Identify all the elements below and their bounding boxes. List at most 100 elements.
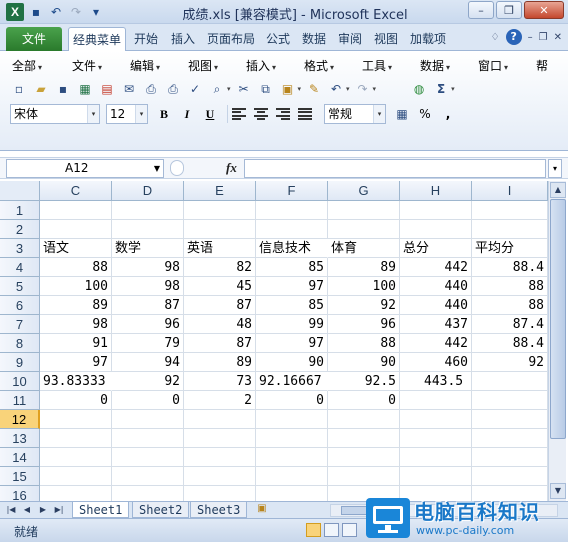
cell-e7[interactable]: 48: [184, 315, 256, 334]
autosum-icon[interactable]: Σ: [432, 80, 450, 98]
excel-logo-icon[interactable]: X: [6, 3, 24, 21]
tab-insert[interactable]: 插入: [171, 30, 195, 47]
column-header-d[interactable]: D: [112, 181, 184, 201]
cut-icon[interactable]: ✂: [235, 80, 253, 98]
cell-e12[interactable]: [184, 410, 256, 429]
cell-d14[interactable]: [112, 448, 184, 467]
cell-g8[interactable]: 88: [328, 334, 400, 353]
menu-format[interactable]: 格式 ▾: [304, 57, 334, 74]
number-format-select[interactable]: 常规 ▾: [324, 104, 386, 124]
cell-e2[interactable]: [184, 220, 256, 239]
cell-d1[interactable]: [112, 201, 184, 220]
cell-g3[interactable]: 体育: [328, 239, 400, 258]
cell-c3[interactable]: 语文: [40, 239, 112, 258]
formula-bar-splitter[interactable]: [170, 160, 184, 176]
cell-i3[interactable]: 平均分: [472, 239, 548, 258]
column-header-g[interactable]: G: [328, 181, 400, 201]
cell-d10[interactable]: 92: [112, 372, 184, 391]
row-header-1[interactable]: 1: [0, 201, 40, 220]
italic-button[interactable]: I: [177, 104, 197, 124]
cell-f10[interactable]: 92.16667: [256, 372, 328, 391]
row-header-5[interactable]: 5: [0, 277, 40, 296]
cell-h15[interactable]: [400, 467, 472, 486]
cell-h2[interactable]: [400, 220, 472, 239]
cell-c12[interactable]: [40, 410, 112, 429]
scroll-up-icon[interactable]: ▲: [550, 182, 566, 198]
cell-f3[interactable]: 信息技术: [256, 239, 328, 258]
cell-d16[interactable]: [112, 486, 184, 501]
cell-e8[interactable]: 87: [184, 334, 256, 353]
cell-i2[interactable]: [472, 220, 548, 239]
tab-classic-menu[interactable]: 经典菜单: [68, 27, 127, 52]
tab-view[interactable]: 视图: [374, 30, 398, 47]
tab-addins[interactable]: 加载项: [410, 30, 446, 47]
normal-view-icon[interactable]: [306, 523, 321, 537]
cell-d11[interactable]: 0: [112, 391, 184, 410]
cell-e6[interactable]: 87: [184, 296, 256, 315]
cell-h3[interactable]: 总分: [400, 239, 472, 258]
cell-i12[interactable]: [472, 410, 548, 429]
cell-c15[interactable]: [40, 467, 112, 486]
cell-c1[interactable]: [40, 201, 112, 220]
print-preview-icon[interactable]: ⎙: [142, 80, 160, 98]
comma-format-button[interactable]: ,: [438, 104, 458, 124]
column-header-c[interactable]: C: [40, 181, 112, 201]
new-file-icon[interactable]: ▫: [10, 80, 28, 98]
cell-c6[interactable]: 89: [40, 296, 112, 315]
cell-d8[interactable]: 79: [112, 334, 184, 353]
row-header-14[interactable]: 14: [0, 448, 40, 467]
workbook-restore-icon[interactable]: ❐: [539, 32, 548, 43]
row-header-8[interactable]: 8: [0, 334, 40, 353]
restore-button[interactable]: ❐: [496, 1, 522, 19]
sheet-tab-sheet3[interactable]: Sheet3: [190, 502, 248, 518]
menu-data[interactable]: 数据 ▾: [420, 57, 450, 74]
insert-function-button[interactable]: fx: [226, 160, 237, 176]
merge-center-icon[interactable]: [298, 108, 312, 120]
cell-h8[interactable]: 442: [400, 334, 472, 353]
page-layout-view-icon[interactable]: [324, 523, 339, 537]
redo-icon[interactable]: ↷: [68, 4, 84, 20]
cell-c13[interactable]: [40, 429, 112, 448]
tab-formulas[interactable]: 公式: [266, 30, 290, 47]
cell-i6[interactable]: 88: [472, 296, 548, 315]
cell-c9[interactable]: 97: [40, 353, 112, 372]
cell-f12[interactable]: [256, 410, 328, 429]
sheet-tab-sheet2[interactable]: Sheet2: [132, 502, 190, 518]
cell-d4[interactable]: 98: [112, 258, 184, 277]
menu-edit[interactable]: 编辑 ▾: [130, 57, 160, 74]
align-right-icon[interactable]: [276, 108, 290, 120]
align-left-icon[interactable]: [232, 108, 246, 120]
column-header-e[interactable]: E: [184, 181, 256, 201]
workbook-minimize-icon[interactable]: –: [528, 32, 533, 43]
font-size-select[interactable]: 12 ▾: [106, 104, 148, 124]
last-sheet-icon[interactable]: ▶|: [52, 504, 66, 516]
cell-g5[interactable]: 100: [328, 277, 400, 296]
cell-g6[interactable]: 92: [328, 296, 400, 315]
cell-h6[interactable]: 440: [400, 296, 472, 315]
save-icon[interactable]: ▪: [28, 4, 44, 20]
cell-e11[interactable]: 2: [184, 391, 256, 410]
cell-f8[interactable]: 97: [256, 334, 328, 353]
menu-tools[interactable]: 工具 ▾: [362, 57, 392, 74]
cell-f15[interactable]: [256, 467, 328, 486]
excel-sheet-icon[interactable]: ▦: [76, 80, 94, 98]
cell-i4[interactable]: 88.4: [472, 258, 548, 277]
menu-all[interactable]: 全部 ▾: [12, 57, 42, 74]
cell-f16[interactable]: [256, 486, 328, 501]
bold-button[interactable]: B: [154, 104, 174, 124]
cell-h9[interactable]: 460: [400, 353, 472, 372]
cell-c4[interactable]: 88: [40, 258, 112, 277]
open-folder-icon[interactable]: ▰: [32, 80, 50, 98]
vertical-scrollbar[interactable]: ▲ ▼: [548, 181, 566, 501]
undo-icon[interactable]: ↶: [327, 80, 345, 98]
cell-i9[interactable]: 92: [472, 353, 548, 372]
cell-e3[interactable]: 英语: [184, 239, 256, 258]
cell-h11[interactable]: [400, 391, 472, 410]
cell-f6[interactable]: 85: [256, 296, 328, 315]
cell-h4[interactable]: 442: [400, 258, 472, 277]
cell-c7[interactable]: 98: [40, 315, 112, 334]
spellcheck-icon[interactable]: ✓: [186, 80, 204, 98]
row-header-10[interactable]: 10: [0, 372, 40, 391]
minimize-button[interactable]: –: [468, 1, 494, 19]
cell-d9[interactable]: 94: [112, 353, 184, 372]
